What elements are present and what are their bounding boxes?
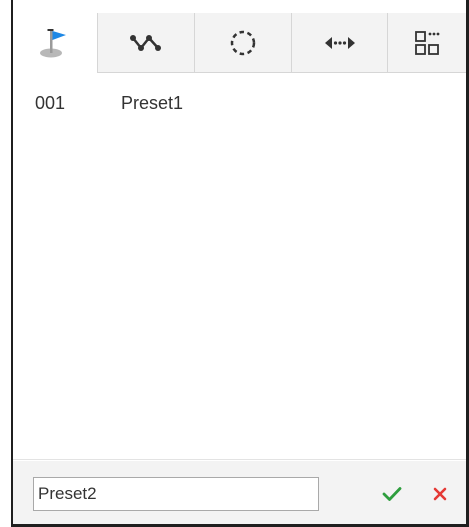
scan-arrows-icon	[323, 34, 357, 52]
tab-pattern[interactable]	[194, 13, 291, 73]
checkmark-icon	[382, 486, 402, 502]
confirm-button[interactable]	[377, 479, 407, 509]
preset-number: 001	[35, 93, 66, 113]
preset-panel: 001 Preset1	[0, 0, 469, 527]
tab-preset[interactable]	[13, 13, 97, 73]
preset-flag-icon	[38, 26, 72, 60]
preset-editor-bar	[13, 461, 466, 524]
tab-scan[interactable]	[291, 13, 387, 73]
list-item[interactable]: 001 Preset1	[13, 89, 466, 117]
window-frame-left	[11, 0, 13, 527]
pattern-circle-icon	[228, 28, 258, 58]
tab-tour[interactable]	[97, 13, 194, 73]
preset-list: 001 Preset1	[13, 73, 466, 460]
preset-name: Preset1	[121, 93, 184, 113]
tour-path-icon	[129, 32, 163, 54]
cancel-button[interactable]	[425, 479, 455, 509]
tab-bar	[13, 13, 466, 73]
grid-more-icon	[414, 30, 440, 56]
preset-name-input[interactable]	[33, 477, 319, 511]
close-icon	[432, 486, 448, 502]
tab-more[interactable]	[387, 13, 466, 73]
